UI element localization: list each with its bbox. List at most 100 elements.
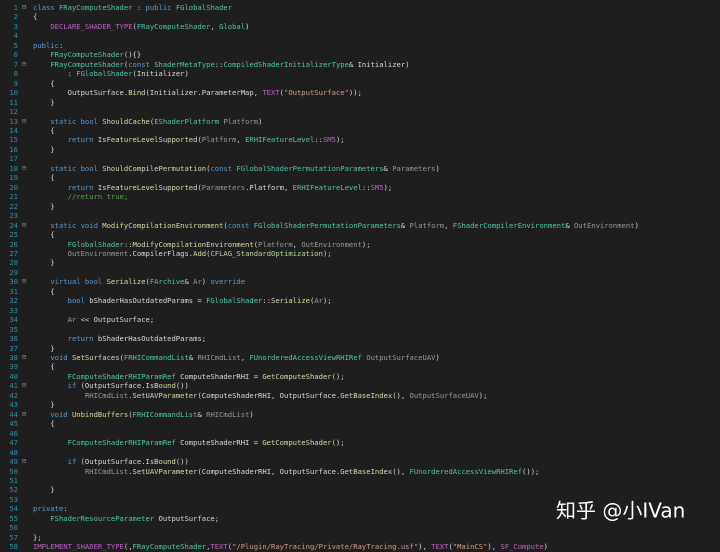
code-token: FRayComputeShader <box>50 50 124 60</box>
code-token: ()) <box>175 381 189 391</box>
code-token: public <box>145 3 176 12</box>
code-line[interactable]: 47 FComputeShaderRHIParamRef ComputeShad… <box>0 438 720 447</box>
code-line[interactable]: 18 ⊟ static bool ShouldCompilePermutation… <box>0 164 720 173</box>
code-token: ); <box>478 390 488 400</box>
code-line[interactable]: 29 <box>0 268 720 277</box>
code-token: }; <box>33 532 42 542</box>
watermark-author: @小IVan <box>602 498 686 523</box>
code-line[interactable]: 50 RHICmdList.SetUAVParameter(ComputeSha… <box>0 467 720 476</box>
line-number: 54 <box>9 504 18 514</box>
code-token: ) <box>634 220 639 230</box>
fold-toggle-icon[interactable]: ⊟ <box>22 353 26 362</box>
code-line[interactable]: 22 } <box>0 202 720 211</box>
code-line[interactable]: 25 { <box>0 230 720 239</box>
code-line[interactable]: 2{ <box>0 12 720 21</box>
line-number: 17 <box>9 154 18 164</box>
line-number: 41 <box>9 381 18 391</box>
code-line[interactable]: 51 <box>0 476 720 485</box>
code-line[interactable]: 27 OutEnvironment.CompilerFlags.Add(CFLA… <box>0 249 720 258</box>
code-text: } <box>33 400 54 409</box>
fold-toggle-icon[interactable]: ⊟ <box>22 410 26 419</box>
line-number: 20 <box>9 182 18 192</box>
code-line[interactable]: 4 <box>0 31 720 40</box>
fold-toggle-icon[interactable]: ⊟ <box>22 117 26 126</box>
code-line[interactable]: 40 FComputeShaderRHIParamRef ComputeShad… <box>0 372 720 381</box>
code-line[interactable]: 43 } <box>0 400 720 409</box>
fold-toggle-icon[interactable]: ⊟ <box>22 221 26 230</box>
code-line[interactable]: 9 { <box>0 79 720 88</box>
code-token: ); <box>361 239 371 249</box>
line-number: 37 <box>9 343 18 353</box>
code-line[interactable]: 36 return bShaderHasOutdatedParams; <box>0 334 720 343</box>
code-token: FRayComputeShader <box>136 21 211 31</box>
code-line[interactable]: 26 FGlobalShader::ModifyCompilationEnvir… <box>0 240 720 249</box>
code-line[interactable]: 32 bool bShaderHasOutdatedParams = FGlob… <box>0 296 720 305</box>
fold-toggle-icon[interactable]: ⊟ <box>22 457 26 466</box>
code-token: ); <box>335 135 345 145</box>
code-token: } <box>33 201 55 211</box>
line-number: 5 <box>13 40 18 50</box>
code-line[interactable]: 7 ⊟ FRayComputeShader(const ShaderMetaTyp… <box>0 60 720 69</box>
code-line[interactable]: 44 ⊟ void UnbindBuffers(FRHICommandList& … <box>0 410 720 419</box>
code-token: bShaderHasOutdatedParams = <box>89 296 207 306</box>
code-line[interactable]: 46 <box>0 429 720 438</box>
line-number: 16 <box>9 144 18 154</box>
code-line[interactable]: 1 ⊟ class FRayComputeShader : public FGlob… <box>0 3 720 12</box>
code-line[interactable]: 13 ⊟ static bool ShouldCache(EShaderPlatf… <box>0 117 720 126</box>
code-line[interactable]: 23 <box>0 211 720 220</box>
code-line[interactable]: 14 { <box>0 126 720 135</box>
code-line[interactable]: 33 <box>0 306 720 315</box>
code-line[interactable]: 48 <box>0 448 720 457</box>
code-line[interactable]: 57}; <box>0 533 720 542</box>
code-line[interactable]: 49 ⊟ if (OutputSurface.IsBound()) <box>0 457 720 466</box>
code-line[interactable]: 28 } <box>0 258 720 267</box>
line-number: 21 <box>9 192 18 202</box>
code-line[interactable]: 42 RHICmdList.SetUAVParameter(ComputeSha… <box>0 391 720 400</box>
code-line[interactable]: 16 } <box>0 145 720 154</box>
code-line[interactable]: 15 return IsFeatureLevelSupported(Platfo… <box>0 135 720 144</box>
code-line[interactable]: 34 Ar << OutputSurface; <box>0 315 720 324</box>
code-line[interactable]: 38 ⊟ void SetSurfaces(FRHICommandList& RH… <box>0 353 720 362</box>
line-number: 32 <box>9 296 18 306</box>
code-line[interactable]: 12 <box>0 107 720 116</box>
code-token: ShaderMetaType <box>154 59 215 69</box>
code-token: IMPLEMENT_SHADER_TYPE <box>33 542 124 552</box>
code-token: (), <box>392 466 410 476</box>
line-number: 31 <box>9 286 18 296</box>
code-line[interactable]: 24 ⊟ static void ModifyCompilationEnviron… <box>0 221 720 230</box>
fold-toggle-icon[interactable]: ⊟ <box>22 60 26 69</box>
code-token: } <box>33 485 55 495</box>
line-number: 53 <box>9 494 18 504</box>
code-line[interactable]: 37 } <box>0 344 720 353</box>
code-token: OutputSurface. <box>33 88 129 98</box>
code-line[interactable]: 6 FRayComputeShader(){} <box>0 50 720 59</box>
code-line[interactable]: 41 ⊟ if (OutputSurface.IsBound()) <box>0 381 720 390</box>
code-line[interactable]: 11 } <box>0 98 720 107</box>
code-line[interactable]: 20 return IsFeatureLevelSupported(Parame… <box>0 183 720 192</box>
code-line[interactable]: 45 { <box>0 419 720 428</box>
code-line[interactable]: 3 DECLARE_SHADER_TYPE(FRayComputeShader,… <box>0 22 720 31</box>
code-text: virtual bool Serialize(FArchive& Ar) ove… <box>33 277 245 286</box>
code-line[interactable]: 30 ⊟ virtual bool Serialize(FArchive& Ar)… <box>0 277 720 286</box>
code-line[interactable]: 19 { <box>0 173 720 182</box>
code-line[interactable]: 5 public: <box>0 41 720 50</box>
line-number: 38 <box>9 353 18 363</box>
line-number: 2 <box>13 12 18 22</box>
code-line[interactable]: 39 { <box>0 362 720 371</box>
fold-toggle-icon[interactable]: ⊟ <box>22 381 26 390</box>
code-editor[interactable]: 1 ⊟ class FRayComputeShader : public FGlob… <box>0 0 720 551</box>
code-line[interactable]: 8 : FGlobalShader(Initializer) <box>0 69 720 78</box>
code-line[interactable]: 58 IMPLEMENT_SHADER_TYPE(,FRayComputeShad… <box>0 542 720 551</box>
code-line[interactable]: 21 //return true; <box>0 192 720 201</box>
code-line[interactable]: 31 { <box>0 287 720 296</box>
fold-toggle-icon[interactable]: ⊟ <box>22 277 26 286</box>
fold-toggle-icon[interactable]: ⊟ <box>22 3 26 12</box>
fold-toggle-icon[interactable]: ⊟ <box>22 164 26 173</box>
code-line[interactable]: 10 OutputSurface.Bind(Initializer.Parame… <box>0 88 720 97</box>
code-line[interactable]: 35 <box>0 325 720 334</box>
code-line[interactable]: 17 <box>0 154 720 163</box>
